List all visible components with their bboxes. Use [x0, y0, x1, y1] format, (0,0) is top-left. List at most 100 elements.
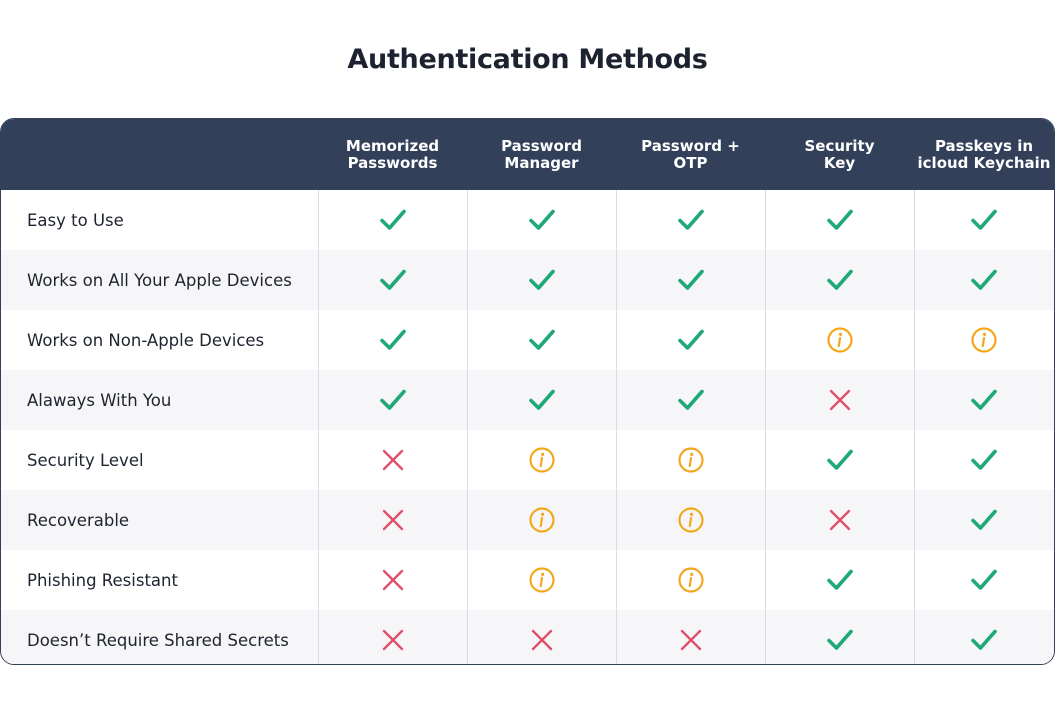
check-icon [379, 266, 407, 294]
row-label: Alaways With You [27, 390, 172, 410]
check-icon [970, 266, 998, 294]
check-icon [677, 386, 705, 414]
column-divider [616, 190, 617, 664]
row-label: Doesn’t Require Shared Secrets [27, 630, 289, 650]
table-cell [765, 430, 914, 490]
check-icon [826, 626, 854, 654]
comparison-table: Memorized Passwords Password Manager Passw… [0, 118, 1055, 665]
cross-icon [379, 506, 407, 534]
table-cell [467, 550, 616, 610]
column-header-label: Memorized Passwords [345, 136, 440, 172]
cross-icon [528, 626, 556, 654]
table-cell [616, 250, 765, 310]
row-label: Security Level [27, 450, 144, 470]
table-cell [467, 250, 616, 310]
table-row: Security Level [1, 430, 1054, 490]
column-divider [914, 190, 915, 664]
table-cell [765, 190, 914, 250]
row-label: Phishing Resistant [27, 570, 178, 590]
table-cell [765, 490, 914, 550]
table-cell [914, 610, 1054, 664]
column-header: Password Manager [467, 119, 616, 190]
check-icon [379, 326, 407, 354]
column-header-label: Passkeys in icloud Keychain [917, 136, 1051, 172]
check-icon [528, 266, 556, 294]
table-row: Works on All Your Apple Devices [1, 250, 1054, 310]
table-cell [467, 610, 616, 664]
info-icon [528, 566, 556, 594]
check-icon [677, 206, 705, 234]
check-icon [528, 326, 556, 354]
table-cell [616, 310, 765, 370]
column-header-label: Security Key [804, 136, 875, 172]
table-cell [616, 490, 765, 550]
check-icon [677, 266, 705, 294]
cross-icon [379, 626, 407, 654]
cross-icon [826, 386, 854, 414]
table-cell [467, 430, 616, 490]
info-icon [677, 446, 705, 474]
column-divider [467, 190, 468, 664]
column-header-label: Password + OTP [641, 136, 740, 172]
row-label: Easy to Use [27, 210, 124, 230]
check-icon [970, 566, 998, 594]
column-header-label: Password Manager [501, 136, 582, 172]
table-cell [318, 490, 467, 550]
table-cell [467, 370, 616, 430]
table-cell [616, 610, 765, 664]
table-cell [914, 490, 1054, 550]
table-cell [467, 310, 616, 370]
table-cell [318, 370, 467, 430]
info-icon [677, 506, 705, 534]
table-cell [914, 430, 1054, 490]
info-icon [677, 566, 705, 594]
info-icon [826, 326, 854, 354]
table-row: Alaways With You [1, 370, 1054, 430]
table-cell [467, 490, 616, 550]
check-icon [970, 506, 998, 534]
table-row: Phishing Resistant [1, 550, 1054, 610]
column-header: Security Key [765, 119, 914, 190]
table-cell [765, 310, 914, 370]
row-label: Works on All Your Apple Devices [27, 270, 292, 290]
column-divider [318, 190, 319, 664]
table-cell [318, 430, 467, 490]
table-cell [616, 370, 765, 430]
check-icon [970, 386, 998, 414]
table-cell [616, 550, 765, 610]
table-cell [765, 250, 914, 310]
check-icon [826, 446, 854, 474]
table-cell [318, 250, 467, 310]
table-cell [914, 370, 1054, 430]
table-cell [914, 310, 1054, 370]
table-row: Works on Non-Apple Devices [1, 310, 1054, 370]
table-cell [318, 550, 467, 610]
table-cell [765, 610, 914, 664]
check-icon [826, 206, 854, 234]
check-icon [970, 626, 998, 654]
cross-icon [677, 626, 705, 654]
column-divider [765, 190, 766, 664]
check-icon [528, 386, 556, 414]
table-cell [318, 190, 467, 250]
column-header: Memorized Passwords [318, 119, 467, 190]
check-icon [826, 566, 854, 594]
check-icon [379, 206, 407, 234]
row-label: Recoverable [27, 510, 130, 530]
table-cell [318, 310, 467, 370]
table-cell [467, 190, 616, 250]
cross-icon [826, 506, 854, 534]
check-icon [528, 206, 556, 234]
table-cell [616, 430, 765, 490]
info-icon [528, 506, 556, 534]
table-cell [765, 370, 914, 430]
table-row: Recoverable [1, 490, 1054, 550]
column-header: Passkeys in icloud Keychain [914, 119, 1054, 190]
table-cell [914, 190, 1054, 250]
table-cell [318, 610, 467, 664]
check-icon [379, 386, 407, 414]
check-icon [970, 206, 998, 234]
check-icon [970, 446, 998, 474]
table-cell [616, 190, 765, 250]
info-icon [970, 326, 998, 354]
